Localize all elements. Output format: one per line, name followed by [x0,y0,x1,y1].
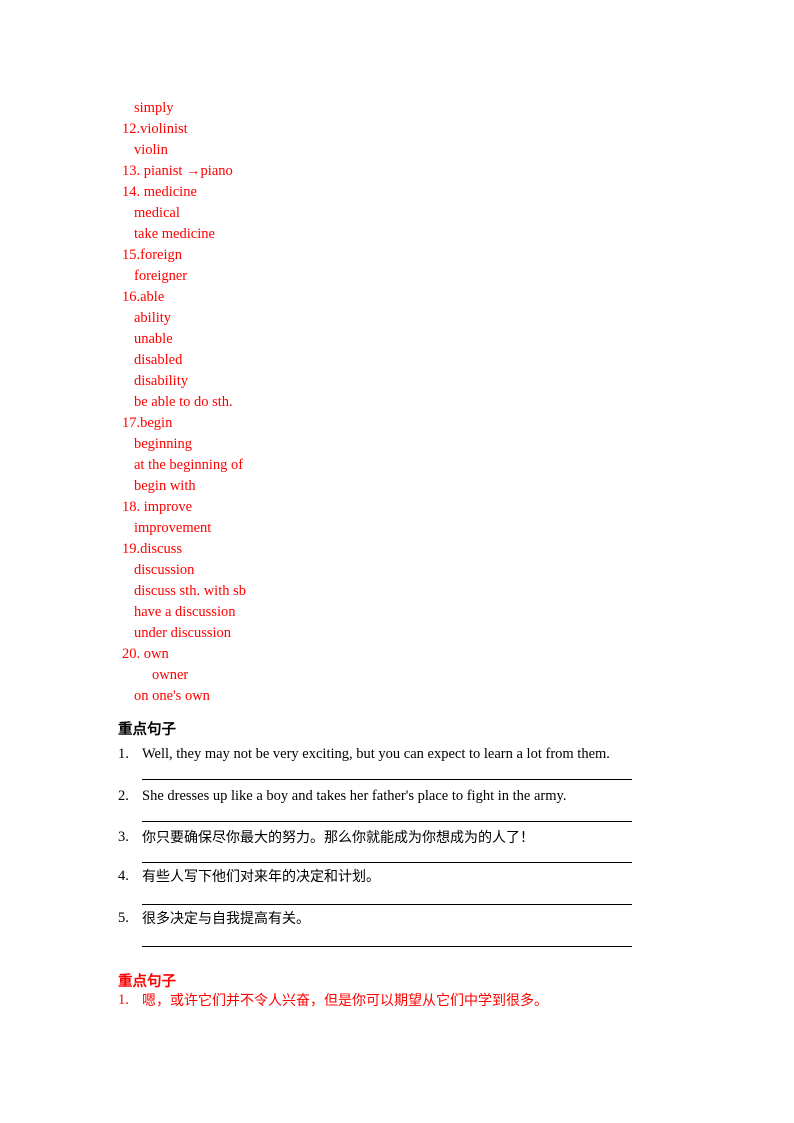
key-sentences-heading-2: 重点句子 [118,974,176,990]
vocab-line: at the beginning of [134,457,244,473]
sentence-row: 1. 嗯，或许它们并不令人兴奋，但是你可以期望从它们中学到很多。 [118,990,678,1011]
sentence-text: 你只要确保尽你最大的努力。那么你就能成为你想成为的人了！ [142,829,534,845]
vocab-line: owner [152,667,189,683]
vocab-line: improvement [134,520,212,536]
vocab-line: foreigner [134,268,188,284]
vocab-line: 20. own [122,646,169,662]
answer-rule [142,862,632,863]
document-page: simply 12.violinist violin 13. pianist →… [0,0,794,1123]
sentence-text: 很多决定与自我提高有关。 [142,910,310,926]
answer-rule [142,821,632,822]
vocab-line: beginning [134,436,192,452]
sentence-text: Well, they may not be very exciting, but… [142,746,610,762]
vocab-line: discuss sth. with sb [134,583,246,599]
vocab-line: be able to do sth. [134,394,233,410]
answer-rule [142,779,632,780]
vocab-line: disabled [134,352,183,368]
sentence-row: 3. 你只要确保尽你最大的努力。那么你就能成为你想成为的人了！ [118,827,678,848]
vocab-line: on one's own [134,688,210,704]
vocab-line: 16.able [122,289,165,305]
sentence-number: 1. [118,992,129,1008]
vocab-line: ability [134,310,172,326]
sentence-number: 1. [118,746,129,762]
vocab-line: begin with [134,478,196,494]
vocab-line: 14. medicine [122,184,197,200]
sentence-text: She dresses up like a boy and takes her … [142,788,567,804]
vocab-line: medical [134,205,180,221]
answer-rule [142,946,632,947]
vocab-line: 13. pianist →piano [122,163,233,179]
sentence-row: 1. Well, they may not be very exciting, … [118,744,678,765]
sentence-number: 5. [118,910,129,926]
sentence-row: 2. She dresses up like a boy and takes h… [118,786,678,807]
vocab-line: 12.violinist [122,121,188,137]
sentence-row: 5. 很多决定与自我提高有关。 [118,908,678,929]
sentence-number: 4. [118,868,129,884]
vocabulary-list: simply 12.violinist violin 13. pianist →… [118,98,678,707]
vocab-line: disability [134,373,188,389]
vocab-line: under discussion [134,625,232,641]
sentence-number: 3. [118,829,129,845]
sentence-row: 4. 有些人写下他们对来年的决定和计划。 [118,866,678,887]
sentence-number: 2. [118,788,129,804]
vocab-line: unable [134,331,173,347]
vocab-line: have a discussion [134,604,236,620]
answer-rule [142,904,632,905]
vocab-line: 19.discuss [122,541,183,557]
vocab-line: take medicine [134,226,215,242]
vocab-line: 18. improve [122,499,193,515]
vocab-line: discussion [134,562,195,578]
vocab-line: 15.foreign [122,247,182,263]
key-sentences-heading-1: 重点句子 [118,722,176,738]
vocab-line: violin [134,142,168,158]
sentence-text: 有些人写下他们对来年的决定和计划。 [142,868,380,884]
vocab-line: 17.begin [122,415,173,431]
vocab-line: simply [134,100,174,116]
sentence-text: 嗯，或许它们并不令人兴奋，但是你可以期望从它们中学到很多。 [142,992,548,1008]
